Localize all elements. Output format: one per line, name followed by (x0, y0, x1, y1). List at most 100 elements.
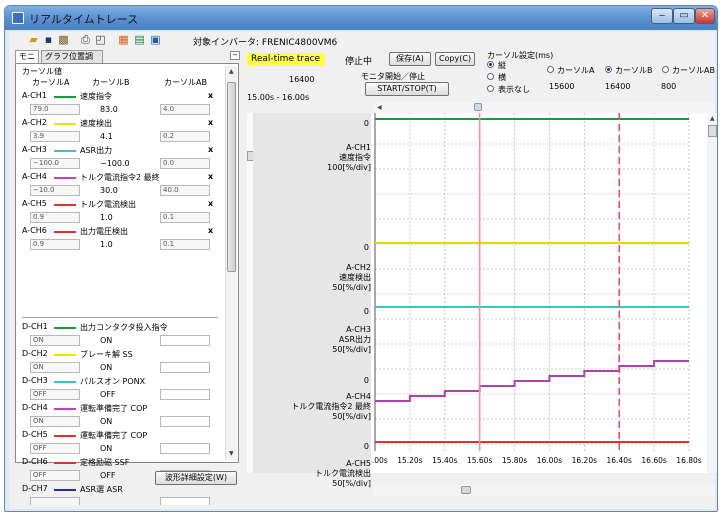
cursor-time-value: 16400 (289, 75, 315, 84)
channel-color-swatch (54, 435, 76, 437)
left-scrollbar[interactable]: ▲ ▼ (225, 66, 237, 460)
trace-plot[interactable]: 15.00s 15.20s 15.40s 15.60s 15.80s 16.00s 16.2… (371, 113, 707, 473)
copy-button[interactable]: Copy(C) (435, 52, 475, 66)
analog-channel-row: A-CH5 トルク電流検出 x 0.9 1.0 0.1 (22, 199, 218, 225)
remove-channel-icon[interactable]: x (208, 199, 213, 208)
cursor-b-value: 30.0 (100, 186, 118, 195)
signal-name: ブレーキ解 SS (80, 350, 133, 359)
zero-marker: 0 (363, 442, 369, 451)
radio-cursor-ab[interactable] (662, 66, 669, 73)
digital-channel-row: D-CH3 パルスオン PONX OFF OFF (22, 376, 218, 402)
plot-channel-label: A-CH5 トルク電流検出 50[%/div] (255, 459, 371, 489)
cursor-b-value: OFF (100, 471, 116, 480)
zero-marker: 0 (363, 243, 369, 252)
tab-monitor[interactable]: モニタ (15, 50, 39, 73)
status-bar (9, 505, 715, 509)
channel-id: A-CH4 (22, 172, 47, 181)
settings-icon[interactable]: ▣ (149, 33, 162, 46)
remove-channel-icon[interactable]: x (208, 118, 213, 127)
maximize-button[interactable]: ▭ (673, 8, 695, 24)
cursor-ab-value: 0.1 (160, 239, 210, 250)
bottom-scroll-thumb[interactable] (461, 486, 471, 494)
save-as-icon[interactable]: ▩ (57, 33, 70, 46)
scroll-up-icon[interactable]: ▲ (710, 115, 715, 122)
window-title: リアルタイムトレース (29, 13, 139, 26)
cursor-ab-value: 800 (661, 82, 677, 91)
cursor-a-value: 15600 (549, 82, 575, 91)
remove-channel-icon[interactable]: x (208, 91, 213, 100)
analog-channel-row: A-CH2 速度検出 x 3.9 4.1 0.2 (22, 118, 218, 144)
plot-right-scrollbar[interactable]: ▲ (707, 113, 717, 473)
cursor-ab-value: 0.0 (160, 158, 210, 169)
cursor-b-value: ON (100, 336, 113, 345)
collapse-panel-button[interactable]: − (230, 51, 240, 60)
radio-hide[interactable] (487, 85, 494, 92)
radio-cursor-b[interactable] (605, 66, 612, 73)
wave-settings-button[interactable]: 波形詳細設定(W) (155, 471, 237, 485)
print-preview-icon[interactable]: ◰ (94, 33, 107, 46)
left-scroll-thumb[interactable] (227, 82, 236, 272)
cursor-ab-value: 40.0 (160, 185, 210, 196)
save-button[interactable]: 保存(A) (389, 52, 431, 66)
scroll-left-icon[interactable]: ◀ (377, 104, 382, 111)
scroll-up-icon[interactable]: ▲ (229, 68, 234, 75)
signal-name: 運転準備完了 COP (80, 404, 148, 413)
cursor-b-value: 83.0 (100, 105, 118, 114)
channel-id: A-CH1 (22, 91, 47, 100)
radio-horizontal[interactable] (487, 73, 494, 80)
cursor-ab-value: 4.0 (160, 104, 210, 115)
digital-channel-row: D-CH2 ブレーキ解 SS ON ON (22, 349, 218, 375)
plot-channel-scale: 50[%/div] (332, 479, 371, 488)
channel-id: D-CH7 (22, 484, 48, 493)
plot-channel-scale: 50[%/div] (332, 412, 371, 421)
tab-graph-position[interactable]: グラフ位置調整 (41, 50, 103, 73)
cursor-a-value: ON (30, 362, 80, 373)
channel-color-swatch (54, 150, 76, 152)
remove-channel-icon[interactable]: x (208, 172, 213, 181)
print-icon[interactable]: ⎙ (79, 33, 92, 46)
signal-name: ASR出力 (80, 146, 113, 155)
signal-name: ASR選 ASR (80, 485, 123, 494)
cursor-b-value: 1.0 (100, 240, 113, 249)
plot-channel-scale: 50[%/div] (332, 283, 371, 292)
cursor-ab-value: 0.1 (160, 212, 210, 223)
title-bar[interactable]: リアルタイムトレース ‒ ▭ ✕ (5, 6, 717, 30)
app-window: リアルタイムトレース ‒ ▭ ✕ ▰ ▪ ▩ ⎙ ◰ ▦ ▤ ▣ 対象インバータ… (4, 5, 718, 512)
plot-channel-label: A-CH2 速度検出 50[%/div] (255, 263, 371, 293)
start-stop-button[interactable]: START/STOP(T) (365, 82, 449, 96)
cursor-b-value: OFF (100, 390, 116, 399)
bottom-horizontal-scrollbar[interactable] (373, 485, 715, 496)
remove-channel-icon[interactable]: x (208, 145, 213, 154)
cursor-settings-title: カーソル設定(ms) (487, 51, 554, 60)
cursor-ab-value (160, 389, 210, 400)
remove-channel-icon[interactable]: x (208, 226, 213, 235)
channel-id: D-CH1 (22, 322, 48, 331)
cursor-a-value: 79.0 (30, 104, 80, 115)
signal-name: 出力コンタクタ投入指令 (80, 323, 168, 332)
grid-icon[interactable]: ▦ (117, 33, 130, 46)
close-button[interactable]: ✕ (695, 8, 715, 24)
channel-id: D-CH2 (22, 349, 48, 358)
plot-channel-label: A-CH1 速度指令 100[%/div] (255, 143, 371, 173)
radio-cursor-a[interactable] (547, 66, 554, 73)
channel-id: D-CH4 (22, 403, 48, 412)
analog-channel-row: A-CH3 ASR出力 x −100.0 −100.0 0.0 (22, 145, 218, 171)
top-scroll-thumb[interactable] (474, 103, 482, 111)
top-horizontal-scrollbar[interactable]: ◀ (373, 102, 715, 113)
plot-channel-name: ASR出力 (338, 335, 371, 344)
plot-channel-name: トルク電流指令2 最終 (291, 402, 371, 411)
plot-right-scroll-thumb[interactable] (708, 125, 717, 137)
channel-color-swatch (54, 489, 76, 491)
time-range-label: 15.00s - 16.00s (247, 93, 310, 102)
save-icon[interactable]: ▪ (42, 33, 55, 46)
cursor-ab-value (160, 416, 210, 427)
x-tick-label: 16.40s (607, 456, 632, 465)
scroll-down-icon[interactable]: ▼ (229, 450, 234, 457)
zero-marker: 0 (363, 307, 369, 316)
signal-name: トルク電流検出 (80, 200, 136, 209)
plot-channel-id: A-CH3 (346, 325, 371, 334)
minimize-button[interactable]: ‒ (651, 8, 673, 24)
export-icon[interactable]: ▤ (133, 33, 146, 46)
radio-vertical[interactable] (487, 61, 494, 68)
open-icon[interactable]: ▰ (27, 33, 40, 46)
